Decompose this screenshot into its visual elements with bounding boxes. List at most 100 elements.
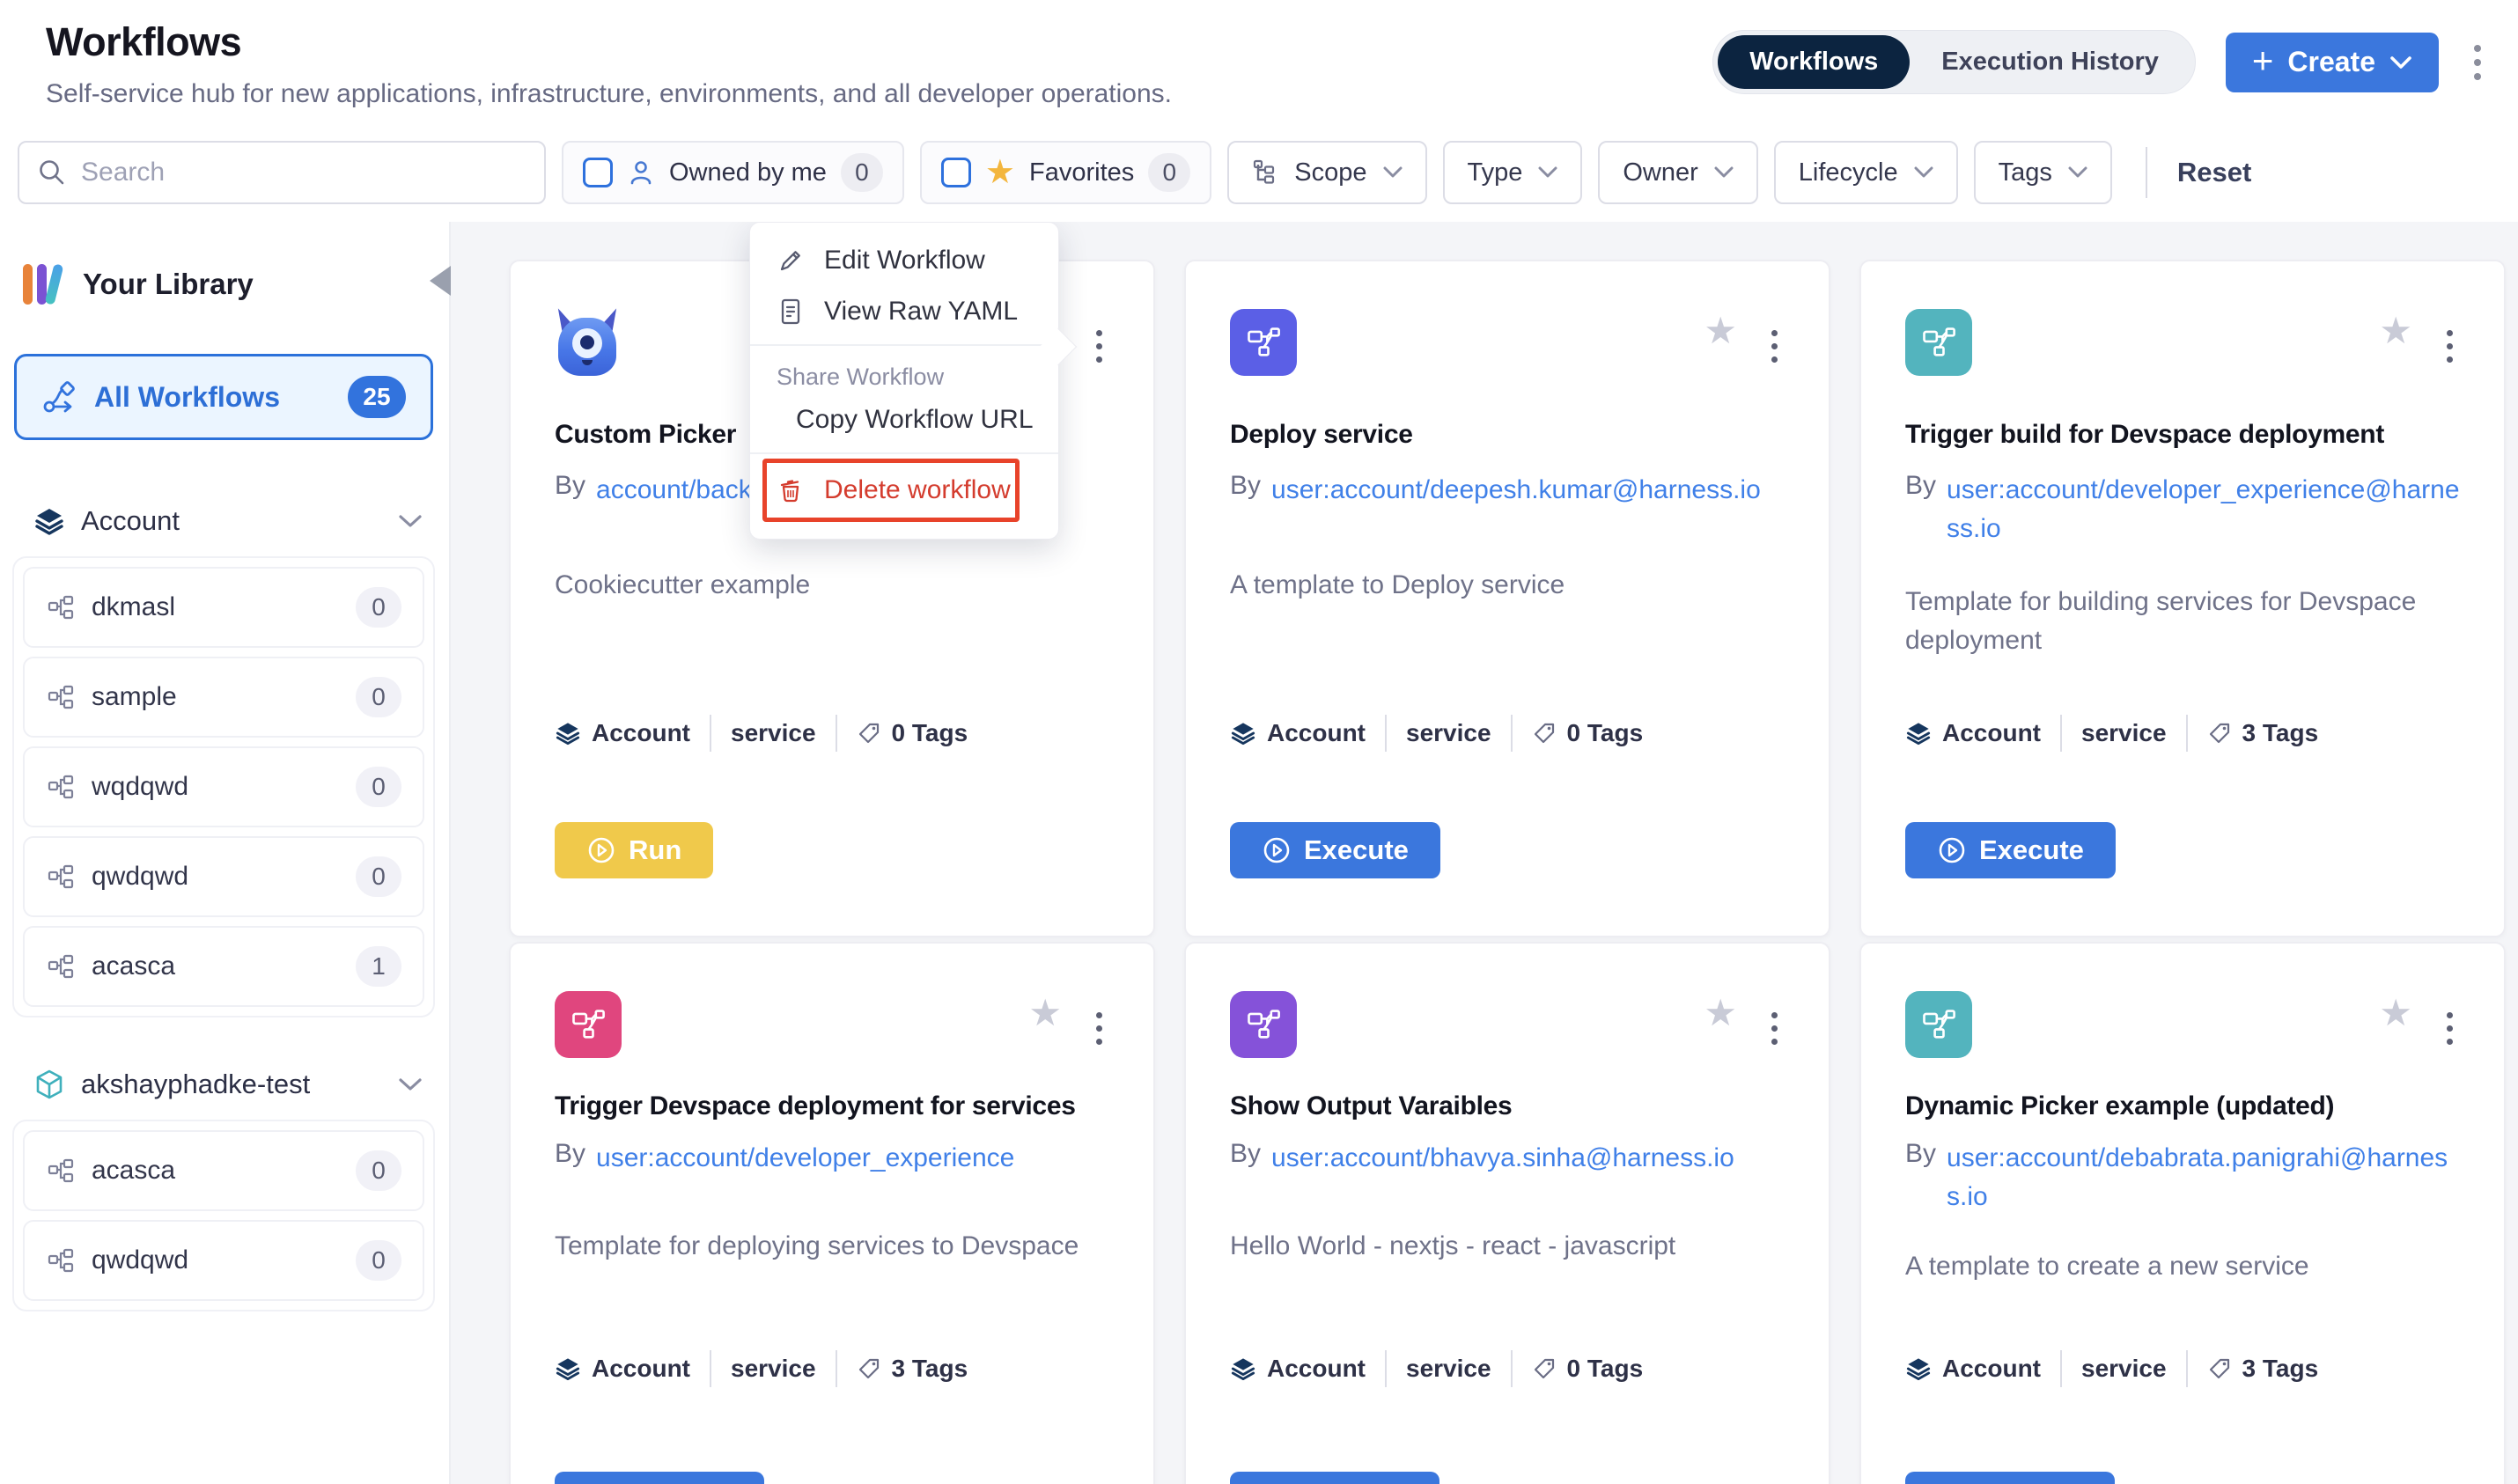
card-kebab-menu-icon[interactable]	[2441, 1007, 2458, 1050]
section-akshayphadke-test-label: akshayphadke-test	[81, 1069, 310, 1100]
favorites-count: 0	[1148, 153, 1190, 192]
owner-link[interactable]: user:account/debabrata.panigrahi@harness…	[1947, 1139, 2460, 1216]
filter-bar: Owned by me 0 ★ Favorites 0 Scope Type O…	[0, 123, 2518, 222]
menu-item-view-raw-yaml[interactable]: View Raw YAML	[750, 286, 1058, 337]
menu-divider	[750, 452, 1058, 454]
owner-link[interactable]: user:account/developer_experience@harnes…	[1947, 471, 2460, 547]
sidebar-item-wqdqwd[interactable]: wqdqwd 0	[23, 746, 424, 827]
owned-by-me-checkbox[interactable]	[583, 158, 613, 187]
menu-item-edit-workflow[interactable]: Edit Workflow	[750, 235, 1058, 286]
type-badge: service	[731, 719, 816, 747]
sidebar-item-qwdqwd-2[interactable]: qwdqwd 0	[23, 1220, 424, 1301]
create-button[interactable]: + Create	[2226, 33, 2439, 92]
scope-badge: Account	[1905, 719, 2041, 747]
library-icon	[23, 262, 63, 306]
sidebar-item-all-workflows[interactable]: All Workflows 25	[14, 354, 433, 440]
type-dropdown-label: Type	[1468, 158, 1523, 187]
owned-by-me-filter[interactable]: Owned by me 0	[562, 141, 904, 204]
sidebar-item-label: acasca	[92, 951, 175, 981]
play-icon	[1937, 835, 1967, 865]
create-button-label: Create	[2287, 46, 2375, 78]
favorite-star-icon[interactable]: ★	[2379, 995, 2412, 1032]
favorites-label: Favorites	[1029, 158, 1134, 187]
sidebar-item-acasca-2[interactable]: acasca 0	[23, 1130, 424, 1211]
menu-item-delete-workflow[interactable]: Delete workflow	[750, 465, 1058, 516]
search-icon	[37, 158, 67, 187]
workflow-card-deploy-service[interactable]: ★ Deploy service Byuser:account/deepesh.…	[1184, 260, 1830, 937]
scope-badge: Account	[1230, 1355, 1366, 1383]
tag-icon	[2207, 1356, 2232, 1381]
sidebar-item-dkmasl[interactable]: dkmasl 0	[23, 567, 424, 648]
owner-link[interactable]: account/backs	[596, 471, 765, 510]
execute-button[interactable]: Execute	[1905, 822, 2116, 878]
workflow-tile-icon	[1905, 991, 1972, 1058]
tags-dropdown[interactable]: Tags	[1974, 141, 2112, 204]
lifecycle-dropdown[interactable]: Lifecycle	[1774, 141, 1958, 204]
card-title: Deploy service	[1230, 420, 1785, 450]
sidebar-item-count: 1	[356, 946, 401, 987]
search-box[interactable]	[18, 141, 546, 204]
favorite-star-icon[interactable]: ★	[1704, 995, 1737, 1032]
execute-button[interactable]	[555, 1472, 764, 1484]
card-kebab-menu-icon[interactable]	[1766, 325, 1783, 368]
by-label: By	[1905, 1139, 1936, 1169]
card-kebab-menu-icon[interactable]	[1766, 1007, 1783, 1050]
scope-badge: Account	[1905, 1355, 2041, 1383]
card-kebab-menu-icon[interactable]	[2441, 325, 2458, 368]
card-title: Dynamic Picker example (updated)	[1905, 1091, 2460, 1121]
execute-button[interactable]: Execute	[1230, 822, 1440, 878]
owner-dropdown[interactable]: Owner	[1598, 141, 1757, 204]
sidebar-section-akshayphadke-test[interactable]: akshayphadke-test	[33, 1069, 423, 1100]
workflow-card-dynamic-picker-example[interactable]: ★ Dynamic Picker example (updated) Byuse…	[1859, 942, 2506, 1484]
tab-execution-history[interactable]: Execution History	[1910, 35, 2190, 89]
chevron-down-icon	[1714, 166, 1734, 179]
favorite-star-icon[interactable]: ★	[1704, 312, 1737, 349]
cube-icon	[33, 1069, 65, 1100]
search-input[interactable]	[81, 158, 526, 187]
tags-dropdown-label: Tags	[1999, 158, 2052, 187]
section-account-label: Account	[81, 505, 180, 537]
sidebar-item-sample[interactable]: sample 0	[23, 657, 424, 738]
workflow-card-trigger-build-devspace[interactable]: ★ Trigger build for Devspace deployment …	[1859, 260, 2506, 937]
org-chart-icon	[48, 684, 74, 710]
play-icon	[586, 835, 616, 865]
workflow-card-show-output-varaibles[interactable]: ★ Show Output Varaibles Byuser:account/b…	[1184, 942, 1830, 1484]
layers-icon	[555, 1355, 581, 1382]
plus-icon: +	[2252, 42, 2274, 79]
page-kebab-menu-icon[interactable]	[2469, 40, 2486, 85]
tag-icon	[857, 1356, 881, 1381]
owner-link[interactable]: user:account/bhavya.sinha@harness.io	[1271, 1139, 1734, 1178]
execute-button[interactable]	[1905, 1472, 2115, 1484]
type-dropdown[interactable]: Type	[1443, 141, 1583, 204]
owner-link[interactable]: user:account/developer_experience	[596, 1139, 1014, 1178]
card-kebab-menu-icon[interactable]	[1091, 325, 1108, 368]
card-kebab-menu-icon[interactable]	[1091, 1007, 1108, 1050]
page-subtitle: Self-service hub for new applications, i…	[46, 79, 1172, 109]
workflow-tile-icon	[1905, 309, 1972, 376]
sidebar-collapse-icon[interactable]	[430, 266, 451, 296]
scope-dropdown[interactable]: Scope	[1227, 141, 1426, 204]
favorite-star-icon[interactable]: ★	[2379, 312, 2412, 349]
org-chart-icon	[48, 863, 74, 890]
reset-filters-button[interactable]: Reset	[2177, 157, 2251, 188]
by-label: By	[555, 1139, 585, 1169]
tab-workflows[interactable]: Workflows	[1718, 35, 1910, 89]
workflow-tile-icon	[555, 991, 622, 1058]
execute-button[interactable]	[1230, 1472, 1439, 1484]
card-description: Cookiecutter example	[555, 566, 1109, 605]
sidebar-section-account[interactable]: Account	[33, 505, 423, 537]
sidebar-item-acasca[interactable]: acasca 1	[23, 926, 424, 1007]
run-button[interactable]: Run	[555, 822, 713, 878]
favorites-filter[interactable]: ★ Favorites 0	[920, 141, 1211, 204]
sidebar-item-label: acasca	[92, 1156, 175, 1186]
sidebar-item-qwdqwd[interactable]: qwdqwd 0	[23, 836, 424, 917]
favorite-star-icon[interactable]: ★	[1028, 995, 1062, 1032]
favorites-checkbox[interactable]	[941, 158, 971, 187]
scope-badge: Account	[555, 719, 690, 747]
type-badge: service	[2081, 1355, 2167, 1383]
card-title: Show Output Varaibles	[1230, 1091, 1785, 1121]
menu-item-copy-workflow-url[interactable]: Copy Workflow URL	[750, 394, 1058, 445]
workflow-card-trigger-devspace-services[interactable]: ★ Trigger Devspace deployment for servic…	[509, 942, 1155, 1484]
tag-icon	[2207, 721, 2232, 746]
owner-link[interactable]: user:account/deepesh.kumar@harness.io	[1271, 471, 1761, 510]
